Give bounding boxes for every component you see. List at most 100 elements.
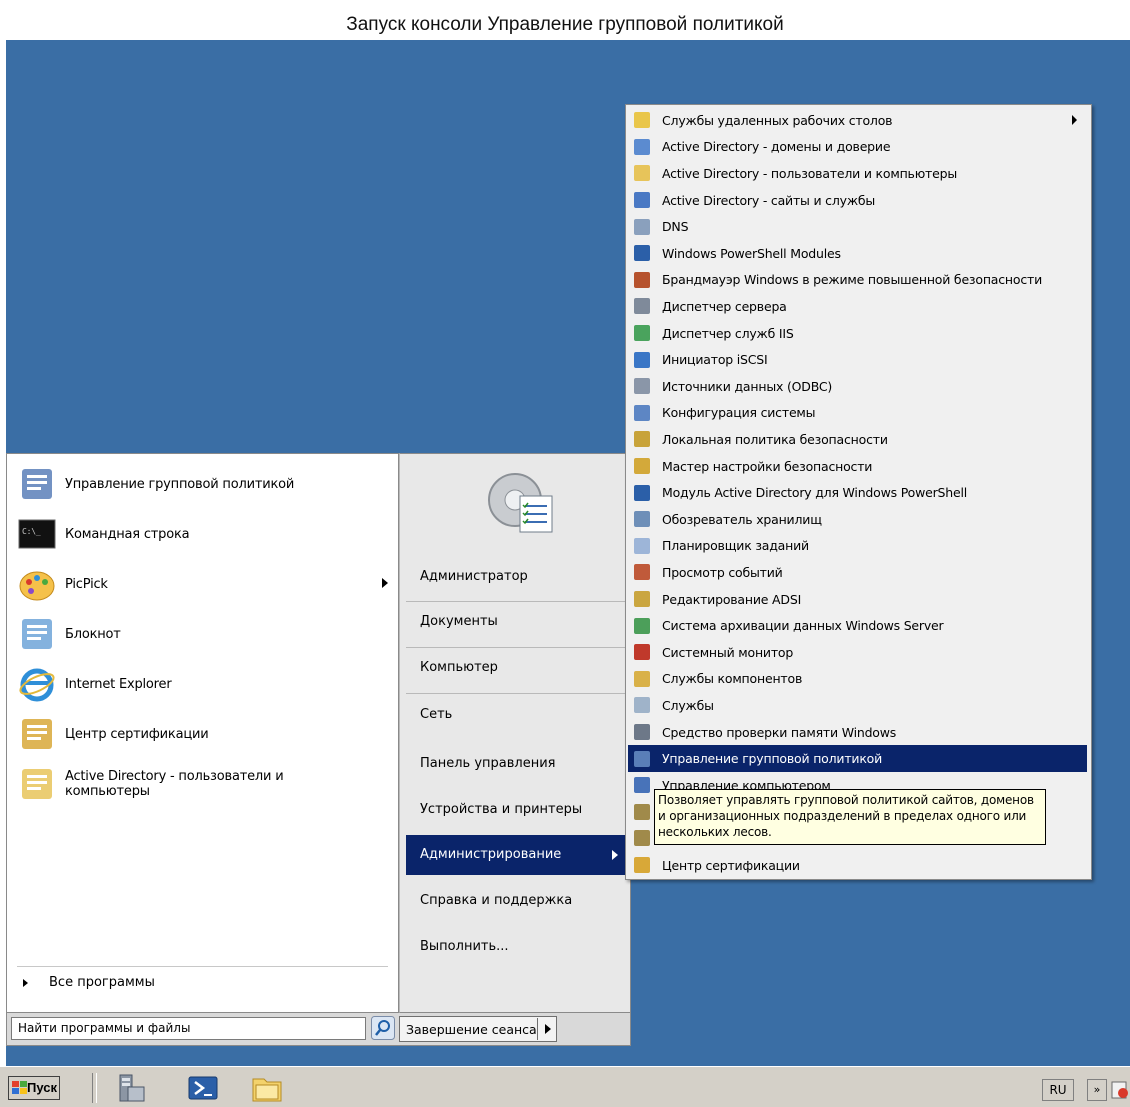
program-label: Управление групповой политикой bbox=[65, 476, 295, 492]
places-link[interactable]: Компьютер bbox=[406, 648, 628, 688]
admin-tool-label: Локальная политика безопасности bbox=[662, 431, 888, 447]
places-link[interactable]: Администратор bbox=[406, 557, 628, 597]
search-input[interactable]: Найти программы и файлы bbox=[11, 1017, 366, 1040]
shutdown-options-button[interactable] bbox=[537, 1018, 558, 1040]
places-link-label: Выполнить... bbox=[420, 939, 509, 954]
places-link[interactable]: Устройства и принтеры bbox=[406, 790, 628, 830]
notepad-icon bbox=[17, 614, 57, 654]
admin-tool-item[interactable]: Windows PowerShell Modules bbox=[628, 240, 1087, 267]
language-indicator[interactable]: RU bbox=[1042, 1079, 1074, 1101]
backup-icon bbox=[634, 617, 650, 634]
generic-tool-icon bbox=[634, 830, 650, 847]
admin-tool-item[interactable]: Планировщик заданий bbox=[628, 533, 1087, 560]
firewall-icon bbox=[634, 271, 650, 288]
admin-tool-item[interactable]: Конфигурация системы bbox=[628, 400, 1087, 427]
program-item[interactable]: Блокнот bbox=[17, 614, 121, 654]
search-icon[interactable] bbox=[371, 1016, 395, 1040]
explorer-icon[interactable] bbox=[250, 1071, 284, 1105]
program-item[interactable]: PicPick bbox=[17, 564, 388, 604]
program-label: Internet Explorer bbox=[65, 676, 172, 692]
generic-tool-icon bbox=[634, 803, 650, 820]
admin-tool-item[interactable]: Службы компонентов bbox=[628, 666, 1087, 693]
admin-tool-item[interactable]: Active Directory - пользователи и компью… bbox=[628, 160, 1087, 187]
separator bbox=[406, 693, 628, 694]
program-item[interactable]: Active Directory - пользователи и компью… bbox=[17, 764, 305, 804]
ad-sites-icon bbox=[634, 192, 650, 209]
server-manager-icon bbox=[634, 298, 650, 315]
services-icon bbox=[634, 697, 650, 714]
admin-tool-item[interactable]: Система архивации данных Windows Server bbox=[628, 612, 1087, 639]
admin-tool-item[interactable]: Диспетчер служб IIS bbox=[628, 320, 1087, 347]
places-link[interactable]: Выполнить... bbox=[406, 927, 628, 967]
powershell-icon[interactable] bbox=[186, 1071, 220, 1105]
computer-management-icon bbox=[634, 777, 650, 794]
admin-tool-item[interactable]: Средство проверки памяти Windows bbox=[628, 719, 1087, 746]
admin-tool-item[interactable]: Системный монитор bbox=[628, 639, 1087, 666]
admin-tool-label: Диспетчер служб IIS bbox=[662, 325, 794, 341]
places-link[interactable]: Панель управления bbox=[406, 744, 628, 784]
security-wizard-icon bbox=[634, 458, 650, 475]
separator bbox=[406, 601, 628, 602]
admin-tool-item[interactable]: Локальная политика безопасности bbox=[628, 426, 1087, 453]
ad-powershell-icon bbox=[634, 484, 650, 501]
iis-icon bbox=[634, 325, 650, 342]
admin-tool-item[interactable]: Диспетчер сервера bbox=[628, 293, 1087, 320]
admin-tool-label: Мастер настройки безопасности bbox=[662, 458, 873, 474]
admin-tool-label: DNS bbox=[662, 219, 689, 235]
perfmon-icon bbox=[634, 644, 650, 661]
places-link-label: Панель управления bbox=[420, 756, 556, 771]
admin-tool-label: Системный монитор bbox=[662, 644, 794, 660]
page-caption: Запуск консоли Управление групповой поли… bbox=[346, 14, 784, 35]
admin-tool-label: Система архивации данных Windows Server bbox=[662, 618, 944, 634]
program-item[interactable]: C:\_ Командная строка bbox=[17, 514, 190, 554]
admin-tool-item[interactable]: Active Directory - домены и доверие bbox=[628, 134, 1087, 161]
admin-tool-item[interactable]: Обозреватель хранилищ bbox=[628, 506, 1087, 533]
admin-tool-label: Active Directory - пользователи и компью… bbox=[662, 165, 958, 181]
admin-tool-label: Windows PowerShell Modules bbox=[662, 245, 841, 261]
admin-tool-item[interactable]: Службы удаленных рабочих столов bbox=[628, 107, 1087, 134]
admin-tool-item[interactable]: Мастер настройки безопасности bbox=[628, 453, 1087, 480]
logout-button[interactable]: Завершение сеанса bbox=[399, 1016, 557, 1042]
program-item[interactable]: Управление групповой политикой bbox=[17, 464, 294, 504]
iscsi-icon bbox=[634, 351, 650, 368]
admin-tool-item[interactable]: Active Directory - сайты и службы bbox=[628, 187, 1087, 214]
program-item[interactable]: Internet Explorer bbox=[17, 664, 172, 704]
admin-tool-item[interactable]: Службы bbox=[628, 692, 1087, 719]
places-link[interactable]: Администрирование bbox=[406, 835, 628, 875]
admin-tool-label: Модуль Active Directory для Windows Powe… bbox=[662, 485, 968, 501]
odbc-icon bbox=[634, 378, 650, 395]
submenu-arrow-icon bbox=[1072, 115, 1077, 125]
places-link[interactable]: Сеть bbox=[406, 695, 628, 735]
storage-explorer-icon bbox=[634, 511, 650, 528]
tray-expand-button[interactable]: » bbox=[1087, 1079, 1107, 1101]
chevron-right-icon bbox=[545, 1024, 551, 1034]
admin-tool-item[interactable]: Управление групповой политикой bbox=[628, 745, 1087, 772]
triangle-right-icon bbox=[23, 979, 28, 987]
admin-tool-label: Управление групповой политикой bbox=[662, 751, 883, 767]
admin-tool-label: Инициатор iSCSI bbox=[662, 352, 768, 368]
ad-domains-icon bbox=[634, 138, 650, 155]
server-manager-icon[interactable] bbox=[114, 1071, 148, 1105]
tooltip: Позволяет управлять групповой политикой … bbox=[654, 789, 1046, 845]
admin-tool-item[interactable]: Просмотр событий bbox=[628, 559, 1087, 586]
tray-notification-icon[interactable] bbox=[1110, 1080, 1130, 1100]
start-button[interactable]: Пуск bbox=[8, 1076, 60, 1100]
admin-tool-item[interactable]: Редактирование ADSI bbox=[628, 586, 1087, 613]
admin-tool-item[interactable]: Инициатор iSCSI bbox=[628, 346, 1087, 373]
program-item[interactable]: Центр сертификации bbox=[17, 714, 209, 754]
taskbar-separator bbox=[92, 1073, 97, 1103]
admin-tool-label: Центр сертификации bbox=[662, 857, 800, 873]
admin-tool-item[interactable]: Источники данных (ODBC) bbox=[628, 373, 1087, 400]
certificate-icon bbox=[17, 714, 57, 754]
component-services-icon bbox=[634, 670, 650, 687]
program-label: Блокнот bbox=[65, 626, 121, 642]
places-link[interactable]: Документы bbox=[406, 602, 628, 642]
admin-tool-item[interactable]: Модуль Active Directory для Windows Powe… bbox=[628, 479, 1087, 506]
dns-icon bbox=[634, 218, 650, 235]
submenu-arrow-icon bbox=[382, 578, 388, 588]
program-label: PicPick bbox=[65, 576, 108, 592]
admin-tool-item[interactable]: Центр сертификации bbox=[628, 852, 1087, 879]
places-link[interactable]: Справка и поддержка bbox=[406, 881, 628, 921]
admin-tool-item[interactable]: DNS bbox=[628, 213, 1087, 240]
admin-tool-item[interactable]: Брандмауэр Windows в режиме повышенной б… bbox=[628, 267, 1087, 294]
